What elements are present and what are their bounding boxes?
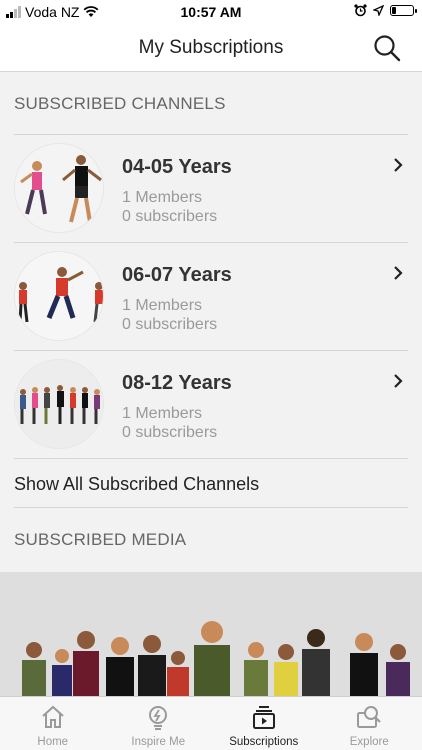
lightbulb-icon [149, 706, 168, 730]
tab-subscriptions[interactable]: Subscriptions [211, 697, 317, 750]
tab-inspire-me[interactable]: Inspire Me [106, 697, 212, 750]
chevron-right-icon [394, 266, 403, 280]
divider [14, 507, 408, 508]
channel-members: 1 Members [122, 297, 203, 314]
section-header-media: SUBSCRIBED MEDIA [14, 530, 187, 549]
show-all-channels-link[interactable]: Show All Subscribed Channels [14, 474, 259, 495]
search-icon[interactable] [372, 33, 402, 63]
channel-subscribers: 0 subscribers [122, 208, 218, 225]
channel-row[interactable]: 08-12 Years 1 Members 0 subscribers [0, 350, 422, 458]
subscriptions-icon [252, 706, 275, 729]
tab-explore[interactable]: Explore [317, 697, 422, 750]
channel-avatar [14, 143, 104, 233]
explore-icon [357, 706, 382, 728]
tab-label: Home [37, 736, 69, 748]
channel-name: 06-07 Years [122, 264, 232, 286]
media-thumbnail[interactable] [0, 572, 422, 696]
divider [14, 458, 408, 459]
battery-icon [390, 5, 417, 16]
status-bar: Voda NZ 10:57 AM [0, 0, 422, 24]
chevron-right-icon [394, 158, 403, 172]
tab-label: Explore [349, 736, 389, 748]
channel-members: 1 Members [122, 405, 203, 422]
channel-subscribers: 0 subscribers [122, 424, 218, 441]
channel-row[interactable]: 04-05 Years 1 Members 0 subscribers [0, 134, 422, 242]
channel-row[interactable]: 06-07 Years 1 Members 0 subscribers [0, 242, 422, 350]
channel-avatar [14, 251, 104, 341]
navigation-bar: My Subscriptions [0, 24, 422, 72]
channel-name: 08-12 Years [122, 372, 232, 394]
channel-members: 1 Members [122, 189, 203, 206]
tab-label: Subscriptions [229, 736, 299, 748]
tab-bar: Home Inspire Me Subscriptions Explore [0, 696, 422, 750]
tab-label: Inspire Me [131, 736, 186, 748]
chevron-right-icon [394, 374, 403, 388]
channel-avatar [14, 359, 104, 449]
tab-home[interactable]: Home [0, 697, 106, 750]
location-icon [373, 5, 384, 16]
channel-subscribers: 0 subscribers [122, 316, 218, 333]
channel-name: 04-05 Years [122, 156, 232, 178]
section-header-channels: SUBSCRIBED CHANNELS [14, 94, 226, 113]
page-title: My Subscriptions [138, 37, 284, 58]
alarm-icon [354, 4, 367, 17]
home-icon [42, 705, 64, 728]
